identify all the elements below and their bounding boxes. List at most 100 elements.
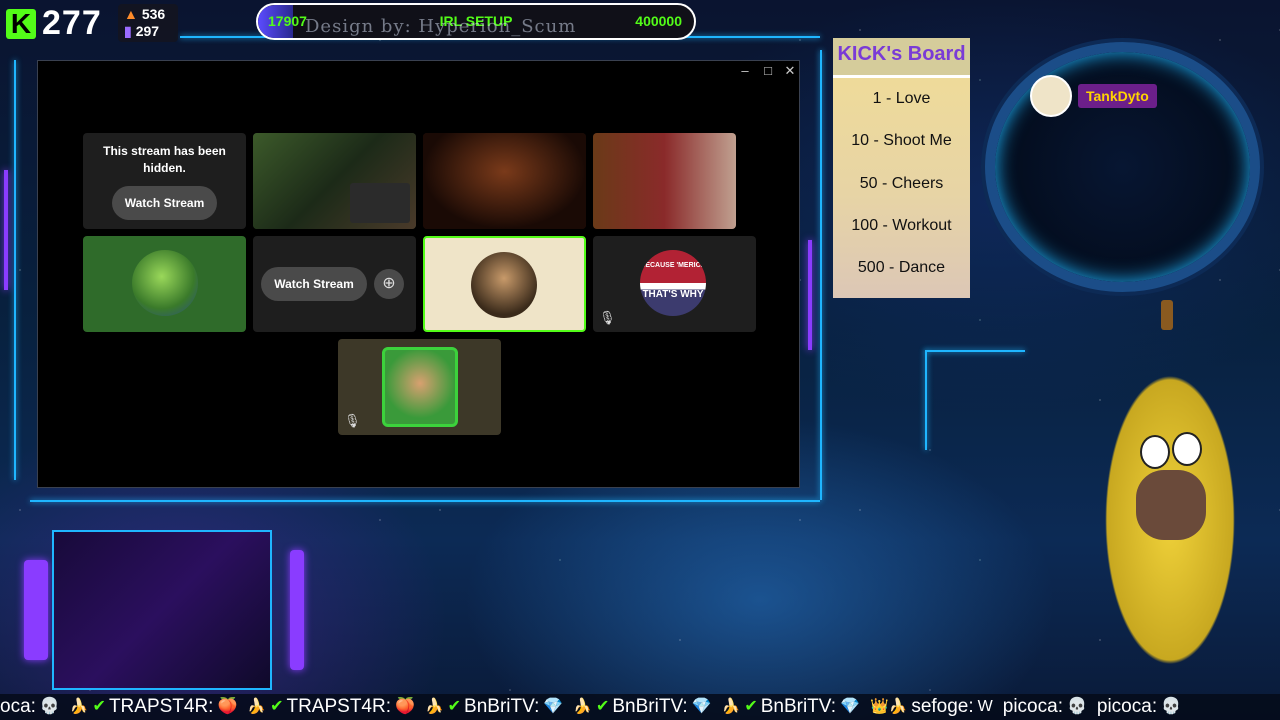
chat-username: picoca:	[1002, 696, 1063, 717]
watch-stream-button-2[interactable]: Watch Stream	[261, 267, 367, 301]
board-item: 10 - Shoot Me	[851, 132, 952, 150]
hud-bracket-right	[925, 350, 1025, 352]
verified-icon: ✔	[447, 698, 462, 715]
person-camera-thumbnail	[593, 133, 736, 229]
chat-message: picoca: 💀	[1003, 694, 1087, 720]
hud-accent-bottom-left-2	[290, 550, 304, 670]
kick-board-title: KICK's Board	[833, 38, 970, 78]
hud-accent-right	[808, 240, 812, 350]
hud-accent-left	[4, 170, 8, 290]
chat-ticker: oca: 💀 🍌 ✔ TRAPST4R: 🍑 🍌 ✔ TRAPST4R: 🍑 🍌 ✔ BnBriTV: 💎…	[0, 694, 1280, 720]
stream-tile-pepe[interactable]	[83, 236, 246, 332]
chat-message: 🍌 ✔ TRAPST4R: 🍑	[247, 694, 415, 720]
chat-username: BnBriTV:	[612, 696, 688, 717]
hud-bracket-right-v	[925, 350, 927, 450]
chat-emote: 💎	[840, 698, 860, 715]
chat-username: BnBriTV:	[760, 696, 837, 717]
badge-icon: 👑🍌	[869, 698, 908, 715]
chat-message: oca: 💀	[0, 694, 60, 720]
stream-tile-game[interactable]	[253, 133, 416, 229]
chat-emote: W	[977, 698, 993, 715]
chat-emote: 💎	[543, 698, 564, 715]
hidden-stream-message: This stream has been hidden.	[103, 144, 226, 175]
board-item: 50 - Cheers	[859, 174, 944, 192]
board-item: 1 - Love	[872, 90, 931, 107]
pepe-avatar	[132, 250, 198, 316]
chat-ticker-track: oca: 💀 🍌 ✔ TRAPST4R: 🍑 🍌 ✔ TRAPST4R: 🍑 🍌 ✔ BnBriTV: 💎…	[0, 694, 1280, 720]
window-titlebar: – □ ✕	[38, 61, 799, 81]
followers-count: 536	[141, 6, 166, 22]
show-stream-icon[interactable]: ⊕	[374, 269, 404, 299]
badge-icon: 🍌	[721, 698, 741, 715]
board-item: 100 - Workout	[851, 216, 952, 234]
muted-mic-icon-3: 🎙	[344, 413, 361, 428]
kick-board: KICK's Board 1 - Love 10 - Shoot Me 50 -…	[833, 38, 970, 298]
chat-emote: 🍑	[217, 698, 238, 715]
chat-emote: 💎	[691, 698, 712, 715]
watch-stream-button[interactable]: Watch Stream	[112, 186, 217, 220]
designer-credit: Design by: Hyperion_Scum	[305, 16, 577, 37]
hud-line-bottom	[30, 500, 820, 502]
chat-message: 👑🍌 sefoge: W	[870, 694, 993, 720]
eagle-text-top: BECAUSE 'MERICA	[640, 262, 706, 269]
webcam-overlay	[350, 183, 410, 223]
hud-line-left	[14, 60, 16, 480]
viewer-counter: K 277	[6, 4, 102, 43]
chat-emote: 💀	[1161, 698, 1182, 715]
chat-message: picoca: 💀	[1097, 694, 1181, 720]
stream-tile-active-speaker[interactable]	[423, 236, 586, 332]
subs-icon: ▮	[124, 23, 132, 39]
viewer-count: 277	[42, 4, 102, 42]
chat-message: 🍌 ✔ TRAPST4R: 🍑	[70, 694, 238, 720]
dna-helix-frame	[52, 530, 272, 690]
chat-emote: 💀	[39, 698, 60, 715]
muted-mic-icon-2: 🎙	[599, 310, 616, 325]
bearded-avatar	[471, 252, 537, 318]
verified-icon: ✔	[270, 698, 284, 715]
face	[1136, 470, 1206, 540]
kick-logo-icon: K	[6, 8, 36, 39]
latest-follower: TankDyto	[1030, 75, 1157, 117]
stream-tile-framed[interactable]: 🎙	[338, 339, 501, 435]
chat-message: 🍌 ✔ BnBriTV: 💎	[722, 694, 860, 720]
eagle-flag-avatar: BECAUSE 'MERICA THAT'S WHY	[640, 250, 706, 316]
subs-count: 297	[135, 23, 160, 39]
verified-icon: ✔	[595, 698, 610, 715]
hud-line-right	[820, 50, 822, 500]
banana-stem	[1161, 300, 1173, 330]
mini-stats: ▲ 536 ▮ 297	[118, 4, 178, 42]
eagle-text-bottom: THAT'S WHY	[642, 289, 704, 300]
chat-username: BnBriTV:	[464, 696, 540, 717]
streamer-webcam	[1050, 300, 1260, 700]
verified-icon: ✔	[92, 698, 106, 715]
stream-tile-person[interactable]: 🎙	[593, 133, 736, 229]
stream-tile-room[interactable]	[423, 133, 586, 229]
stream-tile-hidden-2: Watch Stream ⊕	[253, 236, 416, 332]
chat-message: 🍌 ✔ BnBriTV: 💎	[425, 694, 563, 720]
stream-tile-eagle[interactable]: BECAUSE 'MERICA THAT'S WHY 🎙	[593, 236, 756, 332]
video-call-window: – □ ✕ This stream has been hidden. Watch…	[37, 60, 800, 488]
minimize-button[interactable]: –	[735, 62, 755, 80]
chat-username: TRAPST4R:	[286, 696, 392, 717]
verified-icon: ✔	[744, 698, 758, 715]
framed-avatar	[382, 347, 458, 427]
room-camera-thumbnail	[423, 133, 586, 229]
chat-emote: 💀	[1066, 698, 1087, 715]
followers-icon: ▲	[124, 6, 138, 22]
badge-icon: 🍌	[247, 698, 267, 715]
chat-emote: 🍑	[395, 698, 415, 715]
badge-icon: 🍌	[69, 698, 89, 715]
chat-username: sefoge:	[911, 696, 974, 717]
hud-accent-bottom-left	[24, 560, 48, 660]
googly-eye-right	[1172, 432, 1202, 466]
close-button[interactable]: ✕	[780, 62, 800, 80]
chat-username: picoca:	[1096, 696, 1158, 717]
chat-username: oca:	[0, 696, 36, 717]
maximize-button[interactable]: □	[758, 62, 778, 80]
badge-icon: 🍌	[424, 698, 444, 715]
badge-icon: 🍌	[573, 698, 592, 715]
follower-name: TankDyto	[1078, 84, 1157, 108]
board-item: 500 - Dance	[857, 259, 946, 277]
chat-message: 🍌 ✔ BnBriTV: 💎	[573, 694, 711, 720]
googly-eye-left	[1140, 435, 1170, 469]
